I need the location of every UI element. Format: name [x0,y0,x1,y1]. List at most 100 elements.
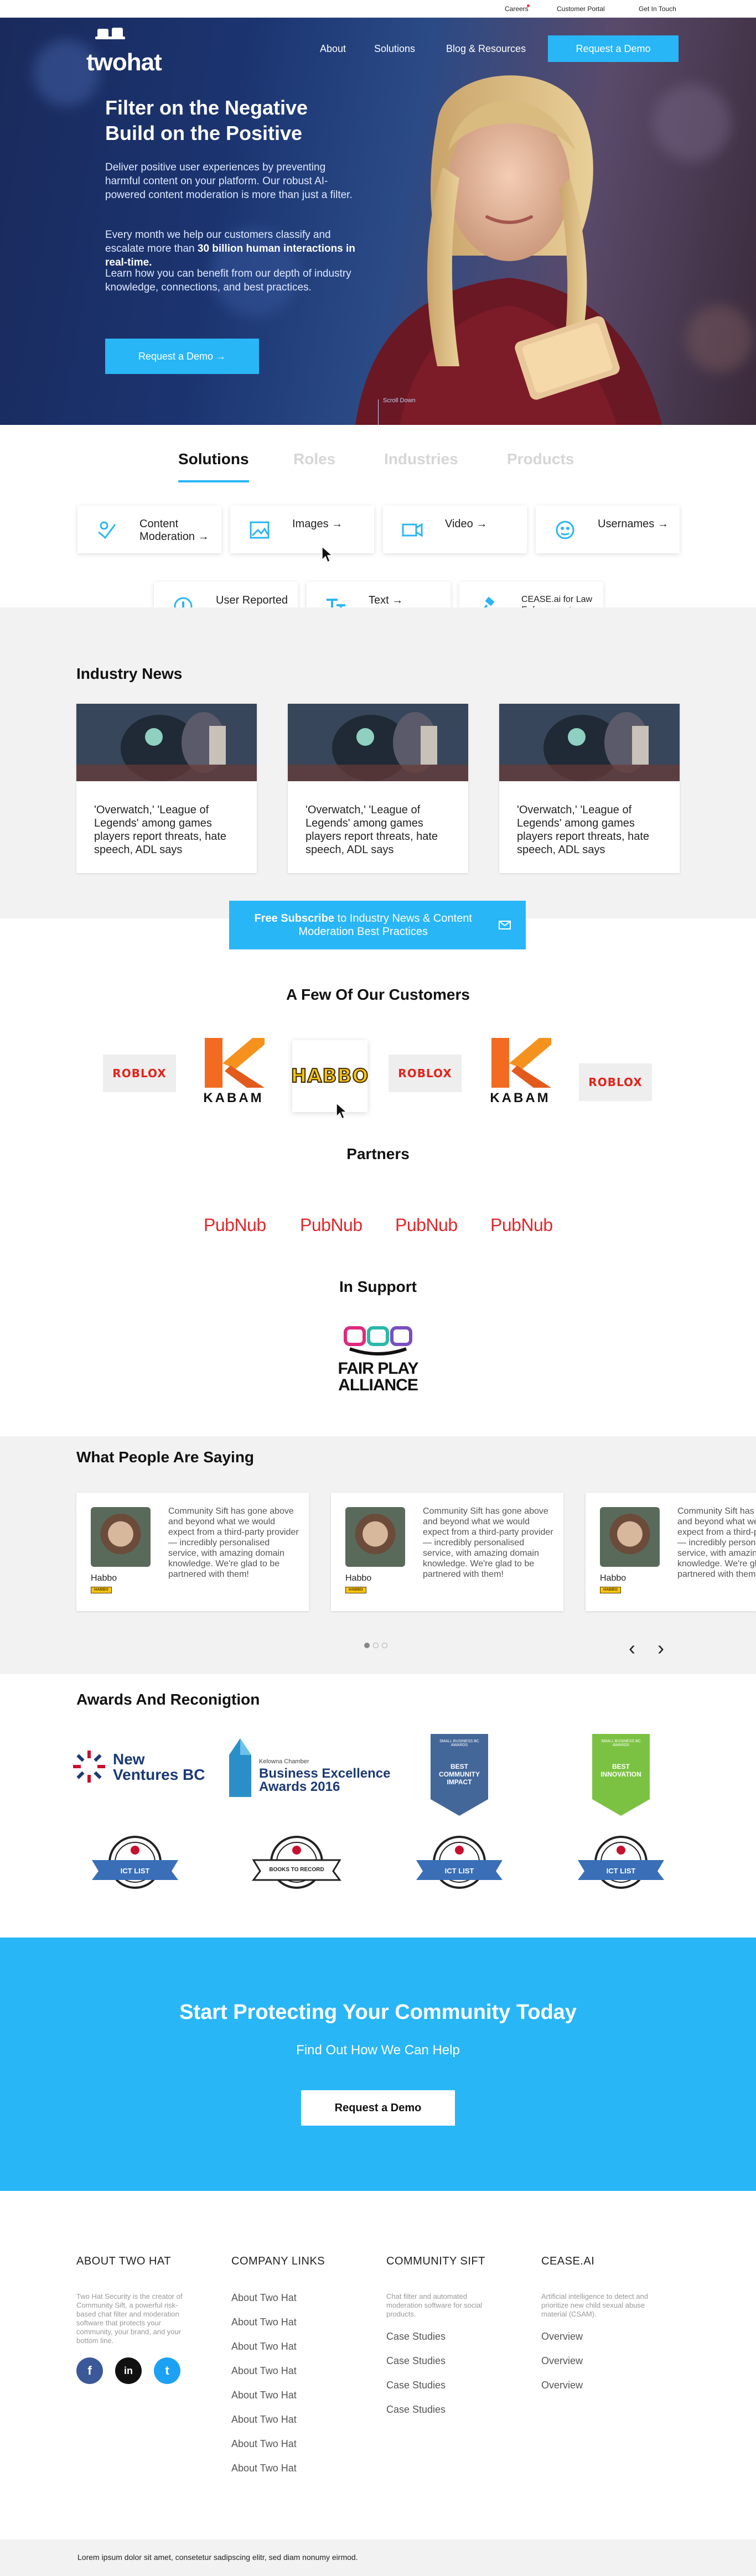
carousel-prev-arrow[interactable]: ‹ [629,1638,635,1658]
footer-link[interactable]: Overview [541,2380,659,2391]
carousel-dot[interactable] [373,1643,379,1648]
footer-link[interactable]: About Two Hat [231,2317,364,2328]
kabam-logo: KABAM [200,1038,267,1113]
industry-news-section: Industry News 'Overwatch,' 'League of Le… [0,607,756,918]
scroll-down-line [378,399,379,425]
seal-badge-icon [252,1836,341,1889]
footer-link[interactable]: About Two Hat [231,2292,364,2304]
get-in-touch-link[interactable]: Get In Touch [639,5,676,13]
carousel-dot[interactable] [382,1643,387,1648]
solution-label: Content Moderation → [139,518,209,543]
cta-title: Start Protecting Your Community Today [179,2001,577,2024]
video-icon [402,523,423,537]
footer-community-sift-column: COMMUNITY SIFT Chat filter and automated… [386,2255,504,2428]
ict-list-seal: ICT LIST [574,1834,667,1891]
testimonial-quote: Community Sift has gone above and beyond… [423,1507,553,1579]
subscribe-newsletter-button[interactable]: Free Subscribe to Industry News & Conten… [229,901,526,949]
tab-products[interactable]: Products [507,450,574,468]
mouse-cursor-icon [322,546,333,563]
roblox-wordmark: ROBLOX [112,1067,167,1080]
fair-play-controller-icon [344,1326,412,1355]
seal-badge-icon [416,1836,503,1889]
testimonial-card: Habbo HABBO Community Sift has gone abov… [76,1493,309,1611]
seal-label: ICT LIST [120,1867,150,1875]
footer-col-title: COMPANY LINKS [231,2255,325,2267]
footer-col-title: CEASE.AI [541,2255,595,2267]
testimonial-author: Habbo [345,1573,372,1583]
footer-link[interactable]: Overview [541,2355,659,2367]
footer-link[interactable]: Overview [541,2331,659,2343]
solution-images[interactable]: Images → [230,506,374,553]
footer-about-desc: Two Hat Security is the creator of Commu… [76,2292,183,2345]
news-card[interactable]: 'Overwatch,' 'League of Legends' among g… [76,704,257,873]
kelowna-tower-icon [229,1738,251,1797]
social-links: f in t [76,2357,194,2384]
solution-video[interactable]: Video → [383,506,527,553]
nav-blog-resources[interactable]: Blog & Resources [446,43,526,55]
image-icon [250,521,270,539]
footer-link[interactable]: About Two Hat [231,2341,364,2352]
footer-link[interactable]: Case Studies [386,2331,504,2343]
customers-title: A Few Of Our Customers [286,986,470,1003]
nav-solutions[interactable]: Solutions [374,43,415,55]
tab-roles[interactable]: Roles [293,450,335,468]
active-tab-indicator [178,480,249,482]
kabam-logo: KABAM [487,1038,553,1113]
fair-play-alliance-logo: FAIR PLAY ALLIANCE [338,1325,418,1400]
news-thumbnail [76,704,257,781]
new-ventures-bc-logo: New Ventures BC [72,1747,205,1786]
scroll-down-label[interactable]: Scroll Down [383,397,416,404]
careers-link[interactable]: Careers [505,5,529,13]
news-headline: 'Overwatch,' 'League of Legends' among g… [517,804,650,856]
hero-title-line1: Filter on the Negative [105,96,308,119]
footer-link[interactable]: About Two Hat [231,2365,364,2377]
news-headline: 'Overwatch,' 'League of Legends' among g… [94,804,227,856]
tab-industries[interactable]: Industries [384,450,458,468]
solution-label: Video → [445,518,488,530]
footer-link[interactable]: Case Studies [386,2355,504,2367]
footer-link[interactable]: About Two Hat [231,2414,364,2426]
hero-learn-more: Learn how you can benefit from our depth… [105,268,351,293]
news-card[interactable]: 'Overwatch,' 'League of Legends' among g… [288,704,468,873]
kelowna-line2: Awards 2016 [259,1779,340,1794]
carousel-next-arrow[interactable]: › [657,1638,664,1658]
kabam-wordmark: KABAM [203,1090,264,1105]
new-ventures-line1: New [113,1751,145,1768]
request-demo-hero-button[interactable]: Request a Demo → [105,339,259,374]
news-card[interactable]: 'Overwatch,' 'League of Legends' among g… [499,704,680,873]
kelowna-chamber-logo: Kelowna Chamber Business Excellence Awar… [227,1738,390,1799]
testimonial-quote: Community Sift has gone above and beyond… [168,1507,299,1579]
seal-label: ICT LIST [444,1867,474,1875]
footer-link[interactable]: Case Studies [386,2380,504,2391]
seal-label: ICT LIST [606,1867,636,1875]
instagram-icon[interactable]: in [115,2357,142,2384]
footer-link[interactable]: About Two Hat [231,2463,364,2474]
carousel-dot[interactable] [364,1643,370,1648]
avatar [600,1507,660,1567]
facebook-icon[interactable]: f [76,2357,103,2384]
habbo-logo[interactable]: HABBO [291,1040,369,1112]
footer-link[interactable]: About Two Hat [231,2438,364,2450]
habbo-badge: HABBO [91,1587,112,1593]
footer-link[interactable]: About Two Hat [231,2390,364,2401]
footer-link[interactable]: Case Studies [386,2404,504,2416]
shield-check-icon [98,521,116,539]
testimonial-quote: Community Sift has gone above and beyond… [677,1507,756,1579]
footer-about-column: ABOUT TWO HAT Two Hat Security is the cr… [76,2255,194,2384]
request-demo-cta-button[interactable]: Request a Demo [301,2090,455,2126]
twitter-icon[interactable]: t [154,2357,180,2384]
twohat-logo[interactable]: twohat [86,28,162,76]
customer-portal-link[interactable]: Customer Portal [557,5,605,13]
testimonials-section: What People Are Saying Habbo HABBO Commu… [0,1436,756,1674]
pubnub-logo: PubNub [300,1215,363,1235]
tab-solutions[interactable]: Solutions [178,450,249,468]
nav-about[interactable]: About [320,43,346,55]
seal-badge-icon [92,1836,178,1889]
solution-usernames[interactable]: Usernames → [536,506,680,553]
habbo-badge: HABBO [345,1587,366,1593]
solution-content-moderation[interactable]: Content Moderation → [77,506,221,553]
kelowna-small: Kelowna Chamber [259,1758,309,1765]
best-innovation-award: SMALL BUSINESS BC AWARDS BEST INNOVATION [592,1734,650,1816]
request-demo-nav-button[interactable]: Request a Demo [548,35,679,62]
kelowna-line1: Business Excellence [259,1766,391,1781]
